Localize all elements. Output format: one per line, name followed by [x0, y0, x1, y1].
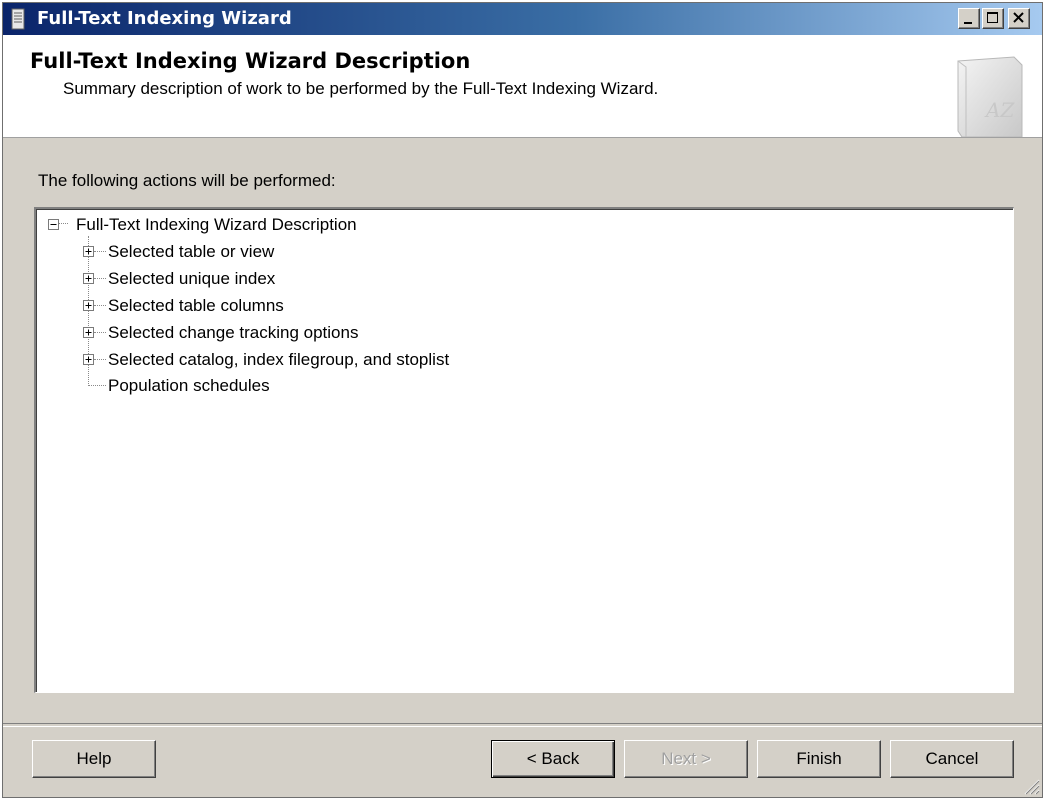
close-button[interactable]	[1008, 8, 1030, 29]
finish-button[interactable]: Finish	[757, 740, 881, 778]
tree-connector	[94, 305, 106, 306]
minimize-icon	[964, 22, 972, 24]
collapse-icon[interactable]	[48, 219, 59, 230]
tree-node-label: Selected table or view	[108, 242, 275, 261]
tree-node-population-schedules[interactable]: Population schedules	[83, 374, 683, 398]
cancel-button[interactable]: Cancel	[890, 740, 1014, 778]
window-title: Full-Text Indexing Wizard	[37, 8, 292, 29]
book-icon: AZ	[957, 56, 1023, 137]
expand-icon[interactable]	[83, 273, 94, 284]
tree-node-label: Selected unique index	[108, 269, 276, 288]
maximize-button[interactable]	[982, 8, 1004, 29]
expand-icon[interactable]	[83, 246, 94, 257]
tree-node-label: Full-Text Indexing Wizard Description	[76, 215, 357, 234]
tree-node-catalog[interactable]: Selected catalog, index filegroup, and s…	[83, 348, 783, 372]
tree-node-change-tracking[interactable]: Selected change tracking options	[83, 321, 683, 345]
tree-node-label: Selected catalog, index filegroup, and s…	[108, 350, 450, 369]
page-subtitle: Summary description of work to be perfor…	[63, 79, 659, 98]
tree-node-label: Selected change tracking options	[108, 323, 359, 342]
tree-connector	[94, 251, 106, 252]
tree-connector	[94, 278, 106, 279]
next-button: Next >	[624, 740, 748, 778]
actions-label: The following actions will be performed:	[38, 171, 336, 190]
tree-node-table-columns[interactable]: Selected table columns	[83, 294, 683, 318]
resize-grip-icon[interactable]	[1022, 777, 1040, 795]
actions-tree[interactable]: Full-Text Indexing Wizard Description Se…	[34, 207, 1014, 693]
wizard-window: Full-Text Indexing Wizard Full-Text Inde…	[2, 2, 1043, 798]
tree-connector	[94, 332, 106, 333]
tree-node-label: Selected table columns	[108, 296, 284, 315]
expand-icon[interactable]	[83, 327, 94, 338]
tree-node-root[interactable]: Full-Text Indexing Wizard Description	[48, 213, 648, 237]
help-button[interactable]: Help	[32, 740, 156, 778]
page-title: Full-Text Indexing Wizard Description	[30, 49, 471, 73]
minimize-button[interactable]	[958, 8, 980, 29]
back-button[interactable]: < Back	[491, 740, 615, 778]
tree-connector	[94, 359, 106, 360]
tree-node-label: Population schedules	[108, 376, 270, 395]
maximize-icon	[987, 12, 998, 23]
tree-node-table-or-view[interactable]: Selected table or view	[83, 240, 683, 264]
expand-icon[interactable]	[83, 300, 94, 311]
title-bar[interactable]: Full-Text Indexing Wizard	[3, 3, 1042, 35]
wizard-header: Full-Text Indexing Wizard Description Su…	[3, 35, 1042, 138]
close-icon	[1013, 12, 1024, 23]
tree-node-unique-index[interactable]: Selected unique index	[83, 267, 683, 291]
book-icon-letters: AZ	[984, 98, 1015, 122]
expand-icon[interactable]	[83, 354, 94, 365]
app-icon	[11, 8, 25, 30]
footer-divider	[3, 723, 1042, 727]
